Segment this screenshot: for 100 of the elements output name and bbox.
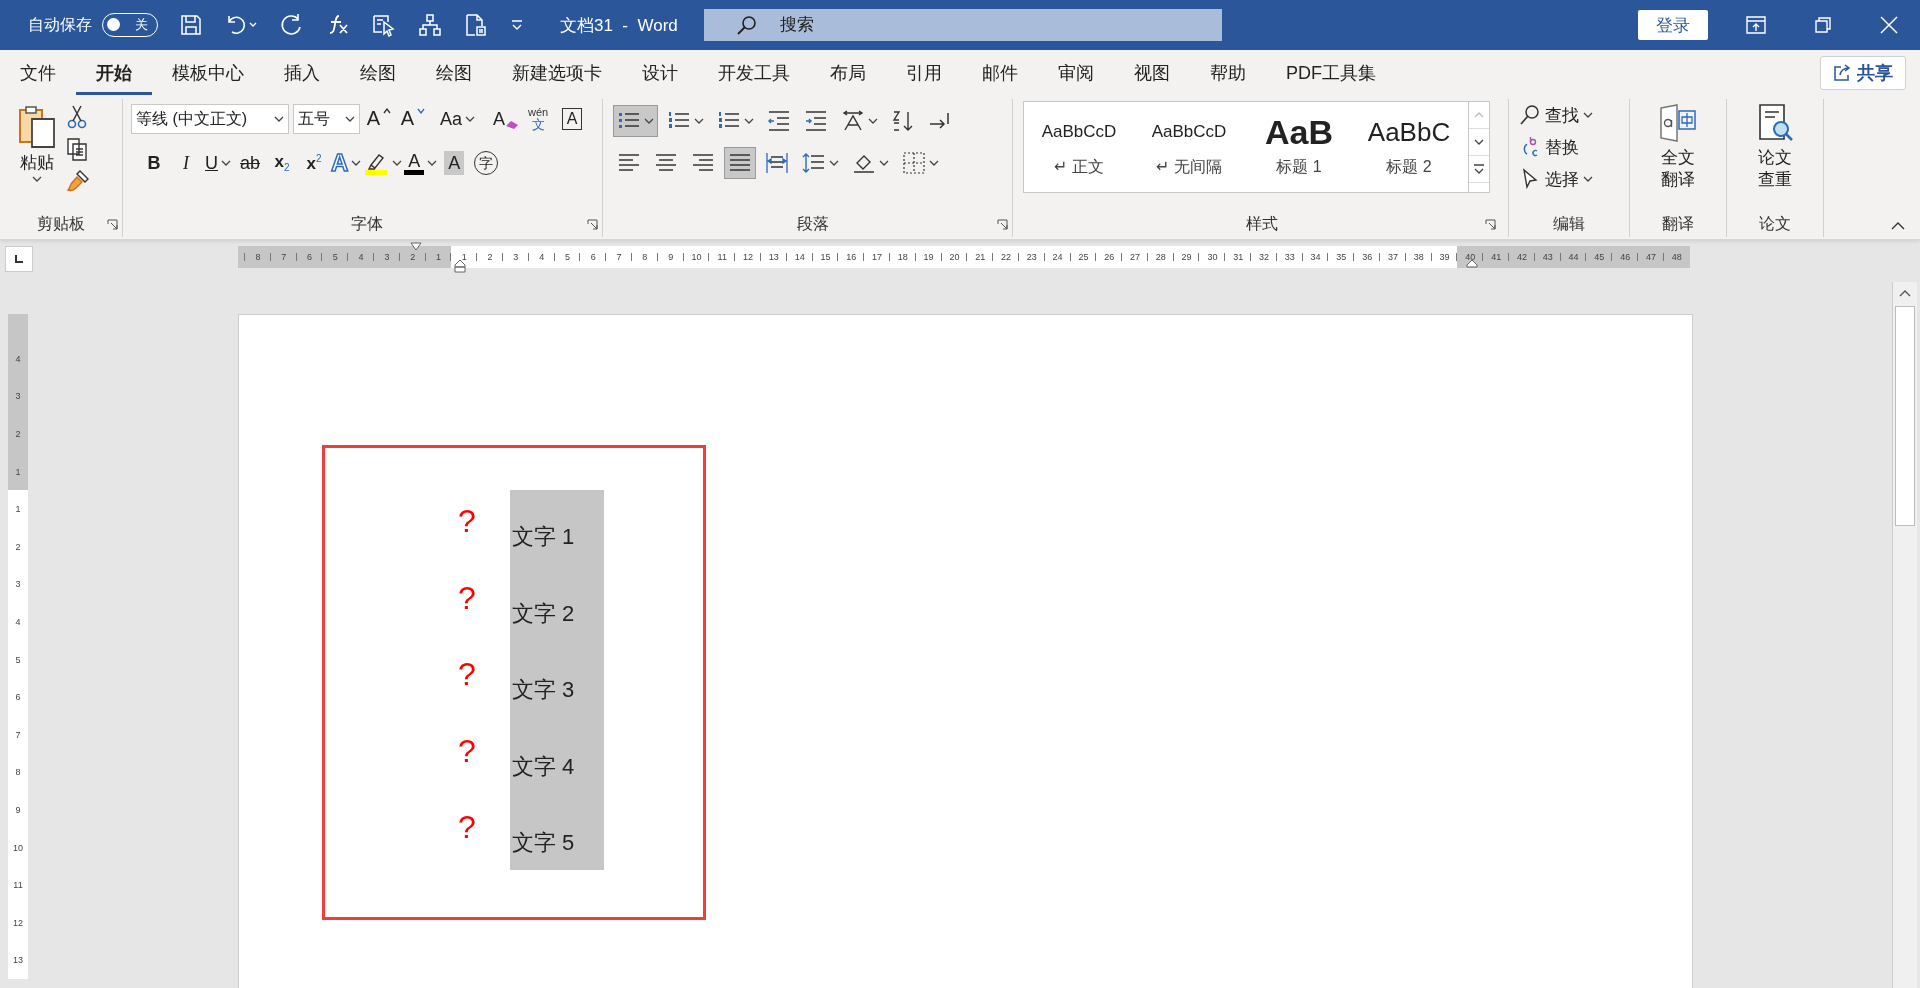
bullets-button[interactable] bbox=[613, 105, 658, 137]
group-label: 样式 bbox=[1245, 213, 1278, 234]
ruler-number: 1 bbox=[451, 253, 478, 261]
ribbon-tab[interactable]: 模板中心 bbox=[152, 50, 264, 95]
restore-icon[interactable] bbox=[1814, 16, 1832, 34]
style-option[interactable]: AaB 标题 1 bbox=[1244, 102, 1354, 192]
dialog-launcher-icon[interactable] bbox=[107, 219, 118, 230]
ruler-number: 4 bbox=[528, 253, 555, 261]
ribbon-tab[interactable]: 引用 bbox=[886, 50, 962, 95]
font-tool-button[interactable]: x$_{2}$ bbox=[267, 147, 297, 179]
close-icon[interactable] bbox=[1880, 16, 1898, 34]
paste-button[interactable]: 粘贴 bbox=[16, 103, 58, 211]
ruler-number: 8 bbox=[245, 253, 271, 261]
font-tool-button[interactable]: x$^{2}$ bbox=[299, 147, 329, 179]
ruler-number: 42 bbox=[1509, 253, 1535, 261]
ribbon-tab[interactable]: 插入 bbox=[264, 50, 340, 95]
search-icon bbox=[735, 14, 758, 36]
ruler-number: 45 bbox=[1586, 253, 1613, 261]
down-chevron-icon bbox=[417, 108, 426, 114]
ruler-number: 10 bbox=[12, 841, 24, 855]
ribbon-display-icon[interactable] bbox=[1746, 16, 1766, 34]
font-tool-button[interactable]: I bbox=[171, 147, 201, 179]
ribbon-tab[interactable]: 邮件 bbox=[962, 50, 1038, 95]
ruler-number: 48 bbox=[1663, 253, 1690, 261]
ruler-number: 27 bbox=[1122, 253, 1148, 261]
ruler-number: 3 bbox=[502, 253, 529, 261]
justify-button[interactable] bbox=[724, 147, 756, 179]
ruler-number: 3 bbox=[14, 390, 22, 404]
ruler-number: 22 bbox=[993, 253, 1019, 261]
document-text: 文字 5 bbox=[511, 829, 576, 857]
save-icon[interactable] bbox=[180, 14, 202, 36]
ribbon-tab[interactable]: 帮助 bbox=[1190, 50, 1266, 95]
share-button[interactable]: 共享 bbox=[1820, 55, 1906, 90]
scrollbar-thumb[interactable] bbox=[1895, 306, 1915, 526]
font-tool-button[interactable]: A bbox=[404, 147, 438, 179]
scroll-up-icon[interactable] bbox=[1898, 288, 1912, 298]
select-button[interactable]: 选择 bbox=[1519, 165, 1629, 193]
dialog-launcher-icon[interactable] bbox=[997, 219, 1008, 230]
collapse-ribbon-icon[interactable] bbox=[1890, 221, 1906, 231]
dialog-launcher-icon[interactable] bbox=[587, 219, 598, 230]
translate-button[interactable]: 全文 翻译 bbox=[1658, 103, 1698, 211]
ribbon-tab[interactable]: PDF工具集 bbox=[1266, 50, 1396, 95]
ruler-number: 40 bbox=[1457, 253, 1484, 261]
scissors-icon[interactable] bbox=[66, 105, 88, 129]
font-tool-button[interactable]: A bbox=[398, 103, 428, 135]
ruler-number: 6 bbox=[14, 691, 22, 705]
ribbon-tab[interactable]: 绘图 bbox=[340, 50, 416, 95]
ribbon-tab[interactable]: 开发工具 bbox=[698, 50, 810, 95]
font-tool-button[interactable]: U bbox=[203, 147, 233, 179]
right-indent-marker[interactable] bbox=[1466, 259, 1478, 268]
up-chevron-icon bbox=[383, 108, 392, 114]
customize-caret-icon[interactable] bbox=[510, 19, 524, 31]
find-button[interactable]: 查找 bbox=[1519, 101, 1629, 129]
ribbon-tab[interactable]: 布局 bbox=[810, 50, 886, 95]
ruler-number: 16 bbox=[838, 253, 865, 261]
style-option[interactable]: AaBbC 标题 2 bbox=[1354, 102, 1464, 192]
replace-button[interactable]: 替换 bbox=[1519, 133, 1629, 161]
font-name-dropdown[interactable]: 等线 (中文正文) bbox=[131, 104, 289, 134]
vertical-scrollbar[interactable] bbox=[1892, 282, 1917, 988]
question-mark: ? bbox=[458, 659, 477, 689]
ruler-number: 7 bbox=[14, 728, 22, 742]
font-size-dropdown[interactable]: 五号 bbox=[293, 104, 360, 134]
tab-stop-icon[interactable] bbox=[14, 254, 24, 264]
ruler-number: 6 bbox=[296, 253, 323, 261]
plagiarism-check-button[interactable]: 论文 查重 bbox=[1755, 103, 1795, 211]
ruler-number: 39 bbox=[1431, 253, 1458, 261]
font-tool-button[interactable]: A bbox=[489, 103, 520, 135]
ribbon-tab[interactable]: 绘图 bbox=[416, 50, 492, 95]
ribbon-tab[interactable]: 视图 bbox=[1114, 50, 1190, 95]
ruler-number: 1 bbox=[14, 503, 22, 517]
hierarchy-icon[interactable] bbox=[418, 13, 442, 37]
translate-icon bbox=[1658, 103, 1698, 143]
pointer-icon[interactable] bbox=[372, 13, 396, 37]
style-option[interactable]: AaBbCcD ↵ 无间隔 bbox=[1134, 102, 1244, 192]
ribbon-tab[interactable]: 文件 bbox=[0, 50, 76, 95]
font-tool-button[interactable]: B bbox=[139, 147, 169, 179]
copy-icon[interactable] bbox=[66, 137, 88, 161]
font-tool-button[interactable]: A bbox=[557, 103, 588, 135]
font-tool-button[interactable]: wén 文 bbox=[523, 103, 554, 135]
ruler-number: 4 bbox=[348, 253, 374, 261]
redo-icon[interactable] bbox=[280, 13, 304, 37]
ribbon-tab[interactable]: 审阅 bbox=[1038, 50, 1114, 95]
font-tool-button[interactable]: A bbox=[364, 103, 394, 135]
dialog-launcher-icon[interactable] bbox=[1485, 219, 1496, 230]
search-field[interactable]: 搜索 bbox=[703, 9, 1222, 41]
ruler-number: 29 bbox=[1173, 253, 1200, 261]
autosave-label: 自动保存 bbox=[28, 14, 92, 35]
document-icon[interactable] bbox=[464, 13, 488, 37]
ruler-number: 7 bbox=[606, 253, 632, 261]
ruler-number: 24 bbox=[1044, 253, 1071, 261]
ribbon-tab[interactable]: 新建选项卡 bbox=[492, 50, 622, 95]
login-button[interactable]: 登录 bbox=[1638, 10, 1708, 40]
document-text: 文字 4 bbox=[511, 752, 576, 781]
hanging-indent-marker[interactable] bbox=[454, 259, 466, 273]
ribbon-tab[interactable]: 设计 bbox=[622, 50, 698, 95]
font-tool-button[interactable]: Aa bbox=[440, 103, 476, 135]
paintbrush-icon[interactable] bbox=[66, 169, 90, 193]
font-tool-button[interactable]: ab bbox=[235, 147, 265, 179]
first-line-indent-marker[interactable] bbox=[410, 242, 422, 251]
style-option[interactable]: AaBbCcD ↵ 正文 bbox=[1024, 102, 1134, 192]
